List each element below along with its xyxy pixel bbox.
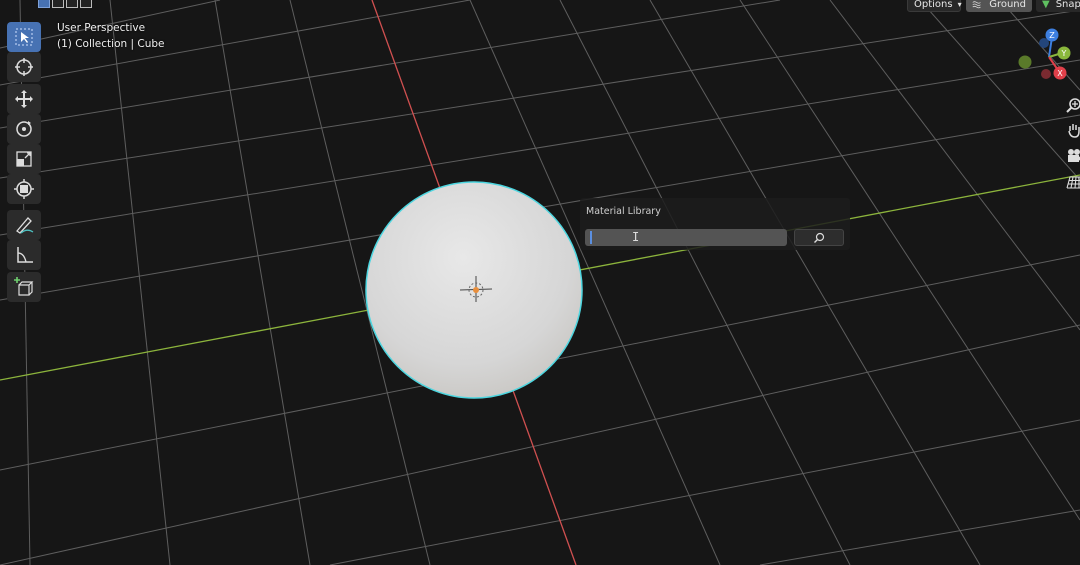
chevron-down-icon: ▾: [957, 0, 962, 9]
rotate-tool[interactable]: [7, 114, 41, 144]
ground-button[interactable]: Ground: [966, 0, 1032, 12]
text-caret: [590, 231, 592, 244]
measure-icon: [17, 247, 33, 263]
select-box-tool[interactable]: [7, 22, 41, 52]
gizmo-x-label: X: [1057, 69, 1063, 78]
search-icon: [814, 232, 825, 243]
select-subtract-icon[interactable]: [66, 0, 78, 8]
material-library-title: Material Library: [586, 206, 661, 217]
move-icon: [15, 90, 33, 108]
annotate-icon: [16, 217, 34, 234]
move-tool[interactable]: [7, 84, 41, 114]
gizmo-y-label: Y: [1061, 49, 1067, 58]
zoom-icon: [1066, 98, 1080, 113]
ground-label: Ground: [989, 0, 1026, 10]
camera-icon: [1068, 149, 1080, 162]
measure-tool[interactable]: [7, 240, 41, 270]
transform-icon: [14, 179, 34, 199]
material-library-panel: Material Library I: [580, 198, 850, 250]
cursor-icon: [15, 58, 33, 76]
grid-line: [649, 0, 981, 565]
grid-perspective-icon: [1066, 176, 1080, 189]
add-cube-tool[interactable]: [7, 272, 41, 302]
3d-viewport[interactable]: [0, 0, 1080, 565]
collection-label: (1) Collection | Cube: [57, 38, 165, 50]
select-invert-icon[interactable]: [80, 0, 92, 8]
selection-mode-group: [38, 0, 92, 8]
options-label: Options: [914, 0, 953, 10]
snap-arrow-icon: ▼: [1042, 0, 1050, 10]
options-dropdown[interactable]: Options ▾: [907, 0, 962, 12]
pan-button[interactable]: [1064, 120, 1080, 140]
grid-line: [109, 0, 171, 565]
annotate-tool[interactable]: [7, 210, 41, 240]
scale-icon: [16, 151, 32, 167]
grid-line: [0, 9, 1080, 179]
zoom-button[interactable]: [1064, 95, 1080, 115]
add-cube-icon: [14, 277, 34, 296]
camera-view-button[interactable]: [1064, 146, 1080, 166]
cursor-tool[interactable]: [7, 52, 41, 82]
grid-line: [559, 0, 851, 565]
scale-tool[interactable]: [7, 144, 41, 174]
rotate-icon: [16, 121, 32, 137]
transform-tool[interactable]: [7, 174, 41, 204]
material-search-input[interactable]: [585, 229, 787, 246]
gizmo-z-label: Z: [1049, 31, 1055, 40]
select-extend-icon[interactable]: [52, 0, 64, 8]
navigation-gizmo[interactable]: Z Y X: [1010, 25, 1080, 85]
ortho-toggle-button[interactable]: [1064, 172, 1080, 192]
search-button[interactable]: [794, 229, 844, 246]
snap-label: Snap: [1055, 0, 1080, 10]
view-name-label: User Perspective: [57, 22, 146, 34]
select-box-icon: [15, 28, 33, 46]
select-new-icon[interactable]: [38, 0, 50, 8]
snap-button[interactable]: ▼ Snap: [1036, 0, 1080, 12]
grid-line: [759, 509, 1080, 565]
ground-icon: [972, 1, 981, 9]
pan-hand-icon: [1068, 124, 1080, 138]
